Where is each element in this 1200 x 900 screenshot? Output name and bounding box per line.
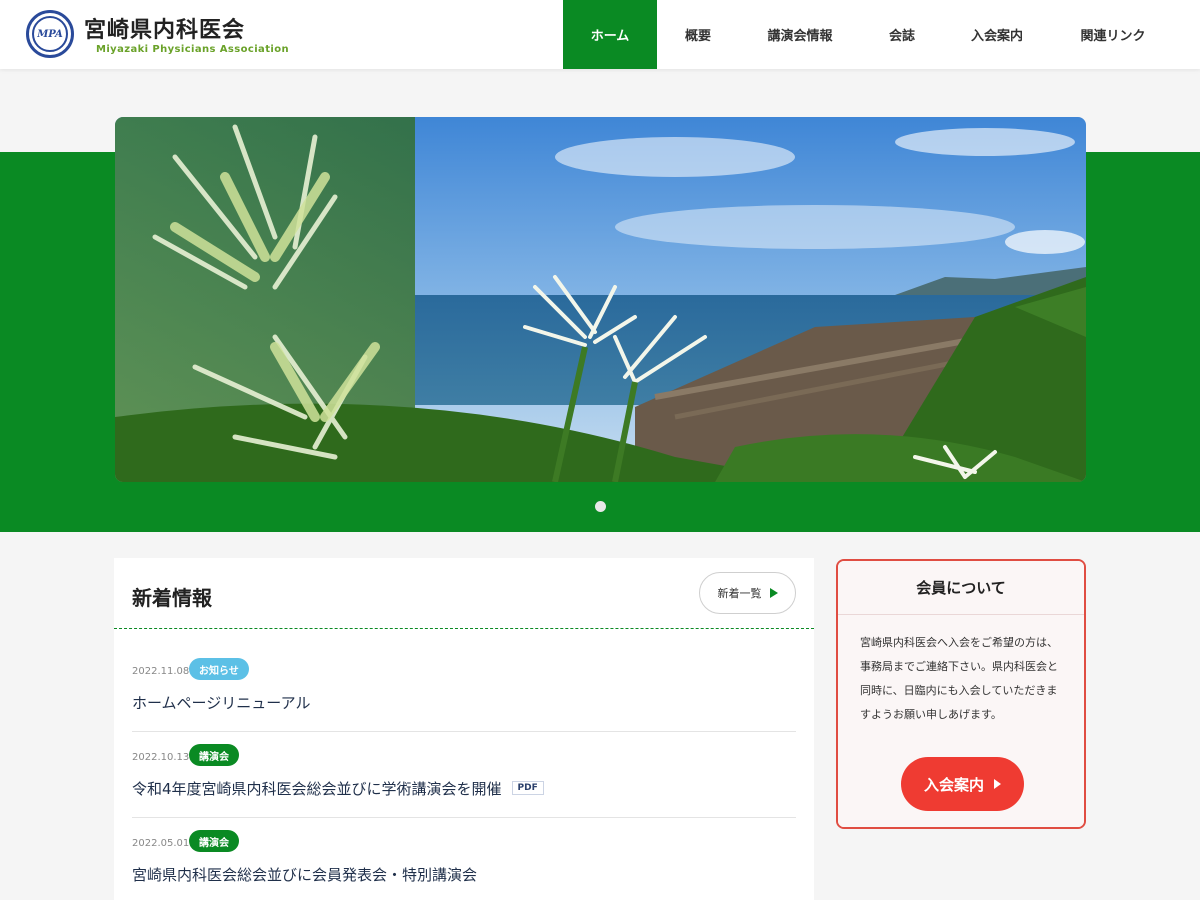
news-list-button[interactable]: 新着一覧 (699, 572, 796, 614)
main-nav: ホーム 概要 講演会情報 会誌 入会案内 関連リンク (563, 0, 1175, 69)
news-title-text: 令和4年度宮崎県内科医会総会並びに学術講演会を開催 (132, 780, 502, 798)
nav-journal[interactable]: 会誌 (861, 0, 943, 69)
coastal-landscape-illustration (115, 117, 1086, 482)
logo-mark: MPA (32, 16, 68, 52)
news-title-text: 宮崎県内科医会総会並びに会員発表会・特別講演会 (132, 866, 478, 884)
news-date: 2022.11.08 (132, 666, 190, 677)
nav-overview[interactable]: 概要 (657, 0, 739, 69)
news-date: 2022.05.01 (132, 838, 190, 849)
membership-guide-label: 入会案内 (923, 775, 984, 794)
news-item: 2022.05.01 講演会 宮崎県内科医会総会並びに会員発表会・特別講演会 (132, 818, 796, 900)
news-title-link[interactable]: 令和4年度宮崎県内科医会総会並びに学術講演会を開催 PDF (132, 778, 544, 799)
site-subtitle: Miyazaki Physicians Association (96, 44, 289, 55)
play-arrow-icon (994, 779, 1001, 789)
member-info-box: 会員について 宮崎県内科医会へ入会をご希望の方は、事務局までご連絡下さい。県内科… (836, 559, 1086, 829)
news-date: 2022.10.13 (132, 752, 190, 763)
nav-lectures[interactable]: 講演会情報 (739, 0, 861, 69)
site-title[interactable]: 宮崎県内科医会 (84, 12, 245, 44)
news-tag-badge: お知らせ (189, 658, 249, 680)
site-header: MPA 宮崎県内科医会 Miyazaki Physicians Associat… (0, 0, 1200, 69)
pdf-badge: PDF (511, 780, 544, 795)
news-heading: 新着情報 (132, 586, 212, 610)
news-title-link[interactable]: 宮崎県内科医会総会並びに会員発表会・特別講演会 (132, 864, 477, 885)
news-list-label: 新着一覧 (717, 587, 762, 600)
hero-slide-image (115, 117, 1086, 482)
membership-guide-button[interactable]: 入会案内 (901, 757, 1024, 811)
news-title-link[interactable]: ホームページリニューアル (132, 692, 311, 713)
member-box-title: 会員について (838, 561, 1084, 615)
nav-links[interactable]: 関連リンク (1051, 0, 1175, 69)
news-title-text: ホームページリニューアル (132, 694, 311, 712)
news-divider (114, 628, 814, 629)
play-arrow-icon (769, 588, 778, 598)
news-tag-badge: 講演会 (189, 830, 239, 852)
nav-home[interactable]: ホーム (563, 0, 657, 69)
news-item: 2022.11.08 お知らせ ホームページリニューアル (132, 646, 796, 732)
news-item: 2022.10.13 講演会 令和4年度宮崎県内科医会総会並びに学術講演会を開催… (132, 732, 796, 818)
nav-membership[interactable]: 入会案内 (943, 0, 1051, 69)
news-section: 新着情報 新着一覧 2022.11.08 お知らせ ホームページリニューアル 2… (114, 558, 814, 900)
news-tag-badge: 講演会 (189, 744, 239, 766)
association-logo[interactable]: MPA (26, 10, 74, 58)
slider-dot[interactable] (595, 501, 606, 512)
